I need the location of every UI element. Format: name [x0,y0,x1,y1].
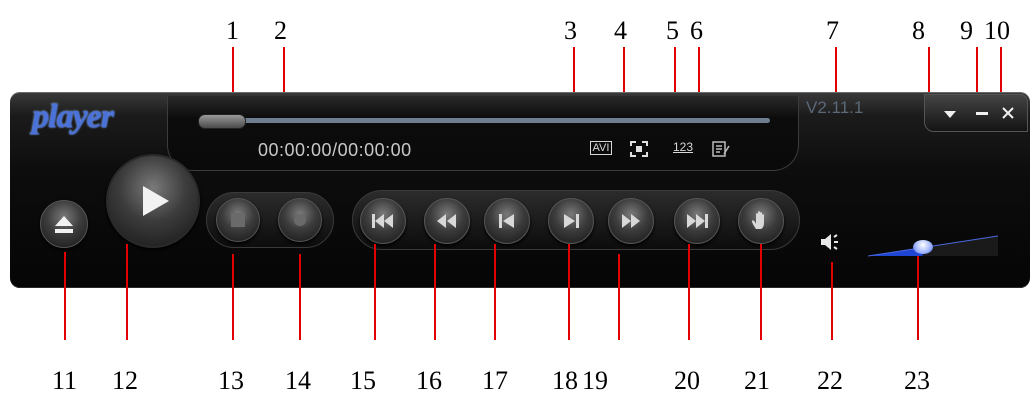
fullscreen-icon[interactable] [628,140,650,158]
annotation-2: 2 [274,16,287,45]
media-player-window: player 00:00:00/00:00:00 AVI 123 V2.11.1 [10,92,1030,288]
skip-last-icon [687,214,708,228]
leader-line-16 [434,244,436,340]
fast-forward-button[interactable] [608,198,654,244]
leader-line-14 [299,254,301,340]
format-avi-label: AVI [589,141,613,155]
rewind-button[interactable] [424,198,470,244]
previous-frame-button[interactable] [484,198,530,244]
menu-button[interactable] [939,103,961,123]
volume-thumb[interactable] [912,239,933,254]
eject-button[interactable] [40,200,88,248]
play-button[interactable] [106,154,200,248]
dropdown-icon [944,111,956,118]
progress-track[interactable] [198,118,770,123]
annotation-6: 6 [690,16,703,45]
skip-first-icon [372,214,393,228]
annotation-19: 19 [582,366,608,395]
annotation-3: 3 [564,16,577,45]
annotation-11: 11 [52,366,78,395]
first-button[interactable] [360,198,406,244]
leader-line-17 [494,244,496,340]
leader-line-19 [618,254,620,340]
rewind-icon [437,214,456,228]
annotation-17: 17 [482,366,508,395]
player-logo: player [32,98,114,135]
annotation-5: 5 [666,16,679,45]
leader-line-8 [928,47,930,95]
annotation-12: 12 [112,366,138,395]
subtitle-label: 123 [672,140,694,154]
format-avi-icon[interactable]: AVI [585,140,617,158]
play-icon [143,186,169,216]
leader-line-21 [760,244,762,340]
fast-forward-icon [622,214,640,228]
annotation-23: 23 [904,366,930,395]
record-button[interactable] [278,198,322,242]
close-button[interactable] [997,103,1019,123]
leader-line-12 [126,244,128,340]
speaker-icon [821,234,838,250]
leader-line-18 [568,244,570,340]
leader-line-9 [976,47,978,95]
annotation-4: 4 [614,16,627,45]
record-icon [294,214,306,226]
annotation-14: 14 [285,366,311,395]
leader-line-13 [232,254,234,340]
next-frame-button[interactable] [548,198,594,244]
previous-frame-icon [499,214,514,228]
annotation-10: 10 [984,16,1010,45]
playlist-icon[interactable] [710,140,732,158]
progress-slider-thumb[interactable] [198,114,246,129]
next-frame-icon [564,214,579,228]
annotation-18: 18 [552,366,578,395]
leader-line-15 [374,244,376,340]
eject-icon [55,216,73,233]
annotation-8: 8 [912,16,925,45]
annotation-9: 9 [960,16,973,45]
leader-line-11 [64,252,66,340]
window-controls [924,94,1028,132]
annotation-7: 7 [826,16,839,45]
close-icon [1002,107,1014,119]
stop-button[interactable] [216,198,260,242]
last-button[interactable] [674,198,720,244]
annotation-1: 1 [226,16,239,45]
annotation-16: 16 [416,366,442,395]
mute-button[interactable] [818,230,844,254]
leader-line-10 [1000,47,1002,95]
leader-line-23 [917,256,919,340]
leader-line-20 [688,244,690,340]
annotation-20: 20 [674,366,700,395]
version-label: V2.11.1 [806,98,864,117]
hand-icon [752,211,764,229]
display-panel: 00:00:00/00:00:00 AVI 123 [167,96,799,171]
minimize-button[interactable] [971,103,993,123]
annotation-21: 21 [744,366,770,395]
leader-line-22 [831,262,833,340]
minimize-icon [976,112,988,115]
volume-slider[interactable] [867,232,1000,258]
annotation-15: 15 [350,366,376,395]
annotation-22: 22 [817,366,843,395]
stop-icon [231,213,245,227]
subtitle-icon[interactable]: 123 [668,140,698,158]
capture-button[interactable] [738,198,784,244]
time-display: 00:00:00/00:00:00 [258,140,412,160]
annotation-13: 13 [218,366,244,395]
